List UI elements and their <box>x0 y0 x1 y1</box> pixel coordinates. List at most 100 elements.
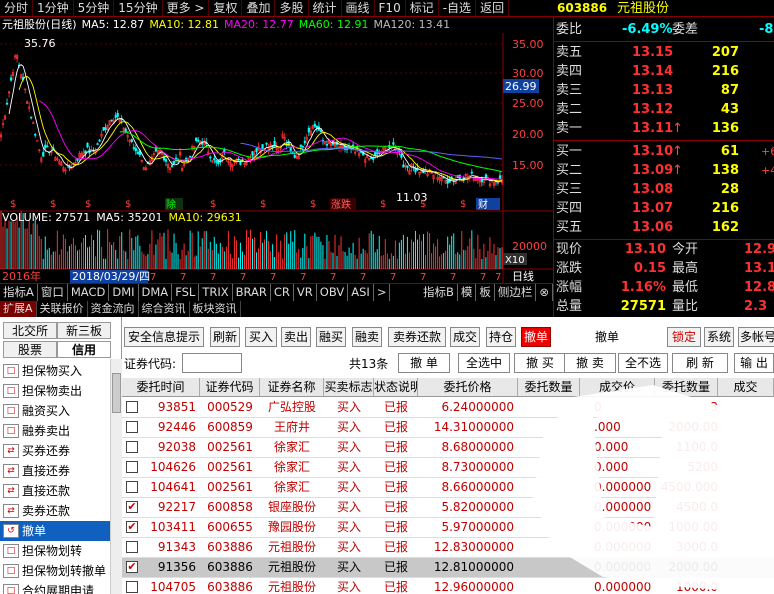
candle-body <box>30 116 33 119</box>
account-tab-2[interactable]: 股票 <box>3 341 57 358</box>
volume-info-line: VOLUME: 27571 MA5: 35201 MA10: 29631 <box>0 211 553 225</box>
indicator-tab-4[interactable]: DMA <box>139 284 173 301</box>
candle-body <box>239 161 242 165</box>
buy-volume: 28 <box>720 182 739 197</box>
indicator-tab-15[interactable]: 板 <box>476 284 495 301</box>
tree-item-icon: ⇄ <box>3 444 19 458</box>
indicator-tab-9[interactable]: VR <box>294 284 317 301</box>
toolbar-item-10[interactable]: F10 <box>375 0 406 16</box>
buy-label: 买五 <box>556 220 583 235</box>
candle-body <box>372 158 375 160</box>
indicator-tab-3[interactable]: DMI <box>109 284 139 301</box>
cell-t: 92217 <box>157 500 196 514</box>
tree-item-3[interactable]: □ 融券卖出 <box>0 421 110 441</box>
column-header-1[interactable]: 证券代码 <box>200 378 260 397</box>
buy-label: 买四 <box>556 201 583 216</box>
tree-item-7[interactable]: ⇄ 卖券还款 <box>0 501 110 521</box>
account-tab-1[interactable]: 新三板 <box>57 322 111 339</box>
stat-label: 涨跌 <box>556 261 583 276</box>
subtab-0[interactable]: 扩展A <box>0 301 37 317</box>
tree-item-2[interactable]: □ 融资买入 <box>0 401 110 421</box>
indicator-tab-14[interactable]: 模 <box>458 284 477 301</box>
tree-item-5[interactable]: ⇄ 直接还券 <box>0 461 110 481</box>
toolbar-item-13[interactable]: 返回 <box>476 0 510 16</box>
indicator-tab-13[interactable]: 指标B <box>420 284 458 301</box>
indicator-tab-17[interactable]: ⊗ <box>536 284 553 301</box>
weibi-row: 委比 -6.49% 委差 -8 <box>554 20 774 39</box>
indicator-tab-12[interactable]: > <box>374 284 391 301</box>
tree-item-1[interactable]: □ 担保物卖出 <box>0 381 110 401</box>
toolbar-item-8[interactable]: 统计 <box>309 0 342 16</box>
cell-t: 92038 <box>157 440 196 454</box>
tree-item-icon: ↺ <box>3 524 19 538</box>
cell-name: 广弘控股 <box>267 400 316 414</box>
column-header-2[interactable]: 证券名称 <box>260 378 324 397</box>
tree-item-11[interactable]: □ 合约展期申请 <box>0 581 110 594</box>
function-tree: 北交所 新三板 股票 信用 □ 担保物买入 □ 担保物卖出 □ 融资买入 □ 融券卖出 ⇄ 买券还券 ⇄ 直接… <box>0 317 122 594</box>
indicator-tab-2[interactable]: MACD <box>68 284 110 301</box>
candle-body <box>102 127 105 131</box>
tree-item-10[interactable]: □ 担保物划转撤单 <box>0 561 110 581</box>
cell-st: 已报 <box>383 420 408 434</box>
indicator-tab-1[interactable]: 窗口 <box>38 284 68 301</box>
column-header-3[interactable]: 买卖标志 <box>324 378 374 397</box>
stat-value: 27571 <box>620 299 666 314</box>
subtab-1[interactable]: 关联报价 <box>37 301 88 317</box>
sell-price: 13.12 <box>632 102 674 117</box>
indicator-tab-11[interactable]: ASI <box>348 284 374 301</box>
ma-info-line: 元祖股份(日线) MA5: 12.87 MA10: 12.81 MA20: 12… <box>0 17 553 33</box>
candle-body <box>164 159 168 162</box>
toolbar-item-1[interactable]: 1分钟 <box>33 0 74 16</box>
candle-body <box>273 140 276 146</box>
column-header-0[interactable]: 委托时间 <box>122 378 200 397</box>
tree-item-4[interactable]: ⇄ 买券还券 <box>0 441 110 461</box>
account-tab-0[interactable]: 北交所 <box>3 322 57 339</box>
toolbar-item-11[interactable]: 标记 <box>406 0 439 16</box>
account-tab-3[interactable]: 信用 <box>57 341 111 358</box>
column-header-4[interactable]: 状态说明 <box>374 378 418 397</box>
candle-body <box>44 144 47 149</box>
ma20-value: MA20: 12.77 <box>224 18 294 31</box>
toolbar-item-3[interactable]: 15分钟 <box>114 0 163 16</box>
overlay-shape <box>533 385 774 594</box>
cell-p: 5.97000000 <box>441 520 514 534</box>
kline-chart[interactable]: 35.00 30.00 25.00 20.00 15.00 26.99 35.76 11.03… <box>0 17 553 283</box>
toolbar-item-5[interactable]: 复权 <box>209 0 243 16</box>
indicator-tab-0[interactable]: 指标A <box>0 284 38 301</box>
buy-label: 买二 <box>556 163 583 178</box>
candle-body <box>84 150 87 154</box>
toolbar-item-4[interactable]: 更多 > <box>163 0 210 16</box>
sell-label: 卖五 <box>556 45 583 60</box>
candle-body <box>130 139 133 142</box>
tree-item-0[interactable]: □ 担保物买入 <box>0 361 110 381</box>
indicator-tab-5[interactable]: FSL <box>172 284 200 301</box>
subtab-4[interactable]: 板块资讯 <box>190 301 241 317</box>
tree-item-icon: ⇄ <box>3 464 19 478</box>
indicator-tab-6[interactable]: TRIX <box>199 284 233 301</box>
tree-item-8[interactable]: ↺ 撤单 <box>0 521 110 541</box>
scroll-thumb[interactable] <box>112 373 121 413</box>
toolbar-item-6[interactable]: 叠加 <box>242 0 276 16</box>
candle-body <box>36 140 39 142</box>
subtab-2[interactable]: 资金流向 <box>88 301 139 317</box>
candle-body <box>299 144 302 147</box>
candle-body <box>172 160 176 164</box>
toolbar-item-7[interactable]: 多股 <box>275 0 309 16</box>
candle-body <box>34 133 37 136</box>
subtab-3[interactable]: 综合资讯 <box>139 301 190 317</box>
indicator-tab-7[interactable]: BRAR <box>233 284 271 301</box>
toolbar-item-0[interactable]: 分时 <box>0 0 34 16</box>
toolbar-item-12[interactable]: -自选 <box>439 0 477 16</box>
toolbar-item-2[interactable]: 5分钟 <box>74 0 115 16</box>
tree-item-label: 买券还券 <box>22 444 71 458</box>
indicator-tab-8[interactable]: CR <box>271 284 294 301</box>
buy-volume: 162 <box>711 220 739 235</box>
stat-label-2: 最低 <box>672 280 699 295</box>
tree-scrollbar[interactable] <box>110 359 122 594</box>
column-header-5[interactable]: 委托价格 <box>418 378 518 397</box>
tree-item-6[interactable]: ⇄ 直接还款 <box>0 481 110 501</box>
toolbar-item-9[interactable]: 画线 <box>342 0 375 16</box>
indicator-tab-16[interactable]: 侧边栏 <box>495 284 537 301</box>
tree-item-9[interactable]: □ 担保物划转 <box>0 541 110 561</box>
indicator-tab-10[interactable]: OBV <box>317 284 349 301</box>
